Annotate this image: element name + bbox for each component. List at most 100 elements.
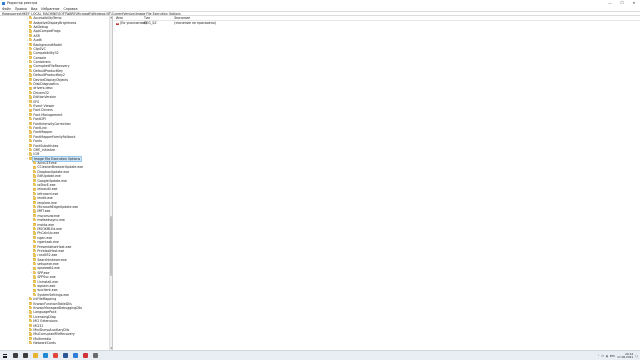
folder-icon: [33, 231, 37, 235]
folder-icon: [29, 134, 33, 139]
search-icon: [12, 353, 18, 358]
folder-icon: [29, 69, 33, 73]
folder-icon: [29, 336, 33, 340]
folder-icon: [33, 288, 37, 292]
scrollbar-thumb[interactable]: [110, 216, 112, 276]
tree-scrollbar[interactable]: ▲ ▼: [108, 16, 112, 350]
folder-icon: [29, 64, 33, 68]
folder-icon: [29, 29, 33, 33]
registry-tree-pane: › AccessibilityTemp AdaptiveDisplayBrightn…: [0, 16, 113, 350]
task-view-icon: [22, 353, 28, 358]
clock-date: 17.06.2021: [617, 355, 634, 359]
folder-icon: [33, 266, 37, 270]
folder-icon: [33, 209, 37, 213]
folder-icon: [29, 139, 33, 143]
tree-node-label: NetworkCards: [33, 341, 56, 346]
taskbar-search-button[interactable]: [10, 351, 20, 360]
value-row[interactable]: ab(По умолчанию) REG_SZ (значение не при…: [114, 21, 640, 26]
volume-icon[interactable]: ◖: [606, 354, 608, 358]
value-type-cell: REG_SZ: [144, 20, 157, 25]
clock[interactable]: 20:14 17.06.2021: [617, 352, 634, 359]
folder-icon: [29, 152, 33, 156]
folder-icon: [29, 112, 33, 117]
menu-edit[interactable]: Правка: [15, 7, 27, 11]
chrome-icon: [52, 353, 58, 358]
column-header-data[interactable]: Значение: [174, 16, 274, 20]
app-gray-icon: [92, 353, 98, 358]
folder-icon: [29, 341, 33, 345]
folder-icon: [33, 213, 37, 218]
folder-icon: [29, 310, 33, 314]
folder-icon: [29, 104, 33, 108]
folder-icon: [29, 301, 33, 305]
folder-icon: [33, 205, 37, 209]
taskbar-chrome-button[interactable]: [50, 351, 60, 360]
taskbar-app-red-button[interactable]: [80, 351, 90, 360]
folder-icon: [33, 165, 37, 169]
folder-icon: [29, 91, 33, 95]
menu-help[interactable]: Справка: [64, 7, 78, 11]
taskbar-app-gray-button[interactable]: [90, 351, 100, 360]
folder-icon: [29, 86, 33, 90]
folder-icon: [33, 271, 37, 275]
tree-node[interactable]: › NetworkCards: [0, 341, 109, 345]
menu-favorites[interactable]: Избранное: [41, 7, 59, 11]
app-red-icon: [82, 353, 88, 358]
column-header-name[interactable]: Имя: [114, 16, 144, 20]
folder-icon: [29, 117, 33, 121]
folder-icon: [29, 77, 33, 81]
folder-icon: [29, 60, 33, 64]
folder-icon: [33, 244, 37, 248]
taskbar-word-button[interactable]: [60, 351, 70, 360]
taskbar-file-explorer-button[interactable]: [30, 351, 40, 360]
menu-view[interactable]: Вид: [31, 7, 37, 11]
file-explorer-icon: [32, 353, 38, 358]
taskbar-registry-editor-button[interactable]: [70, 351, 80, 360]
value-data-cell: (значение не присвоено): [174, 20, 217, 25]
folder-icon: [29, 319, 33, 323]
taskbar-task-view-button[interactable]: [20, 351, 30, 360]
taskbar: ˄ ▭ ◖ РУС 20:14 17.06.2021 ▢: [0, 350, 640, 360]
folder-icon: [29, 55, 33, 59]
menu-file[interactable]: Файл: [2, 7, 11, 11]
folder-icon: [33, 275, 37, 279]
folder-icon: [33, 161, 37, 165]
folder-icon: [29, 42, 33, 46]
folder-icon: [29, 25, 33, 29]
folder-icon: [29, 328, 33, 332]
value-name-cell: ab(По умолчанию): [114, 20, 147, 25]
folder-icon: [33, 196, 37, 200]
folder-icon: [29, 38, 33, 42]
start-button[interactable]: [0, 351, 10, 360]
registry-tree: › AccessibilityTemp AdaptiveDisplayBrightn…: [0, 16, 109, 345]
folder-icon: [29, 108, 33, 112]
scroll-up-arrow-icon[interactable]: ▲: [110, 16, 112, 19]
folder-icon: [29, 20, 33, 24]
string-value-icon: ab: [116, 22, 119, 25]
taskbar-edge-button[interactable]: [40, 351, 50, 360]
network-icon[interactable]: ▭: [601, 354, 604, 358]
folder-icon: [33, 178, 37, 182]
folder-icon: [33, 240, 37, 244]
folder-icon: [29, 82, 33, 86]
folder-icon: [33, 292, 37, 297]
folder-icon: [29, 121, 33, 125]
folder-icon: [29, 143, 33, 147]
value-name: (По умолчанию): [119, 20, 147, 25]
system-tray: ˄ ▭ ◖ РУС 20:14 17.06.2021 ▢: [598, 351, 638, 360]
language-indicator[interactable]: РУС: [610, 354, 615, 358]
registry-editor-icon: [72, 353, 78, 358]
taskbar-apps: [10, 351, 100, 360]
values-pane: Имя Тип Значение ab(По умолчанию) REG_SZ…: [114, 16, 640, 350]
notifications-icon[interactable]: ▢: [635, 354, 638, 358]
folder-icon: [33, 262, 37, 266]
folder-icon: [33, 183, 37, 187]
folder-icon: [33, 174, 37, 178]
column-header-type[interactable]: Тип: [144, 16, 174, 20]
folder-icon: [33, 257, 37, 261]
folder-icon: [33, 200, 37, 204]
chevron-up-icon[interactable]: ˄: [598, 354, 600, 358]
folder-icon: [29, 51, 33, 55]
folder-icon: [29, 148, 33, 152]
folder-icon: [29, 33, 33, 38]
